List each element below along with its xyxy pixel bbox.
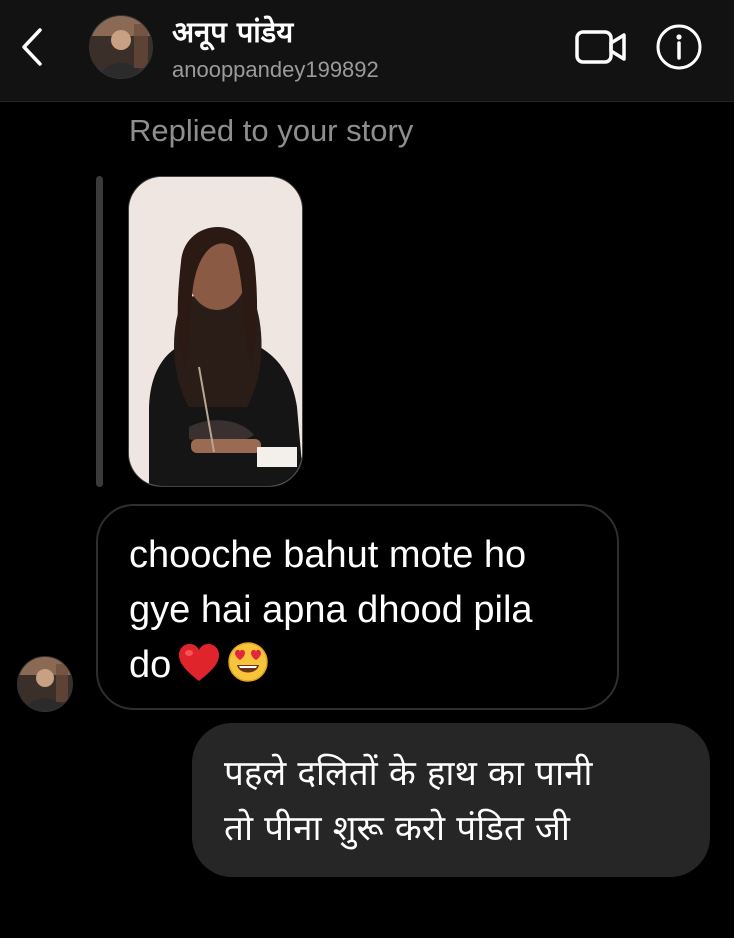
info-icon [656, 24, 702, 70]
story-photo [129, 177, 302, 486]
outgoing-message-bubble[interactable]: पहले दलितों के हाथ का पानी तो पीना शुरू … [192, 723, 710, 877]
story-thumbnail[interactable] [128, 176, 303, 487]
back-button[interactable] [14, 25, 50, 69]
chevron-left-icon [22, 28, 42, 66]
video-camera-icon [575, 30, 626, 64]
outgoing-message-text: पहले दलितों के हाथ का पानी तो पीना शुरू … [224, 754, 593, 849]
heart-eyes-emoji [227, 641, 269, 687]
contact-username[interactable]: anooppandey199892 [172, 57, 379, 83]
incoming-message-bubble[interactable]: chooche bahut mote ho gye hai apna dhood… [96, 504, 619, 710]
video-call-button[interactable] [574, 26, 630, 68]
contact-name[interactable]: अनूप पांडेय [172, 12, 293, 51]
profile-photo [18, 657, 72, 711]
chat-header: अनूप पांडेय anooppandey199892 [0, 0, 734, 102]
profile-photo [90, 16, 152, 78]
red-heart-emoji [177, 643, 221, 687]
info-button[interactable] [654, 22, 704, 72]
sender-avatar[interactable] [17, 656, 73, 712]
reply-indicator-bar [96, 176, 103, 487]
avatar[interactable] [89, 15, 153, 79]
story-reply-label: Replied to your story [129, 113, 414, 148]
